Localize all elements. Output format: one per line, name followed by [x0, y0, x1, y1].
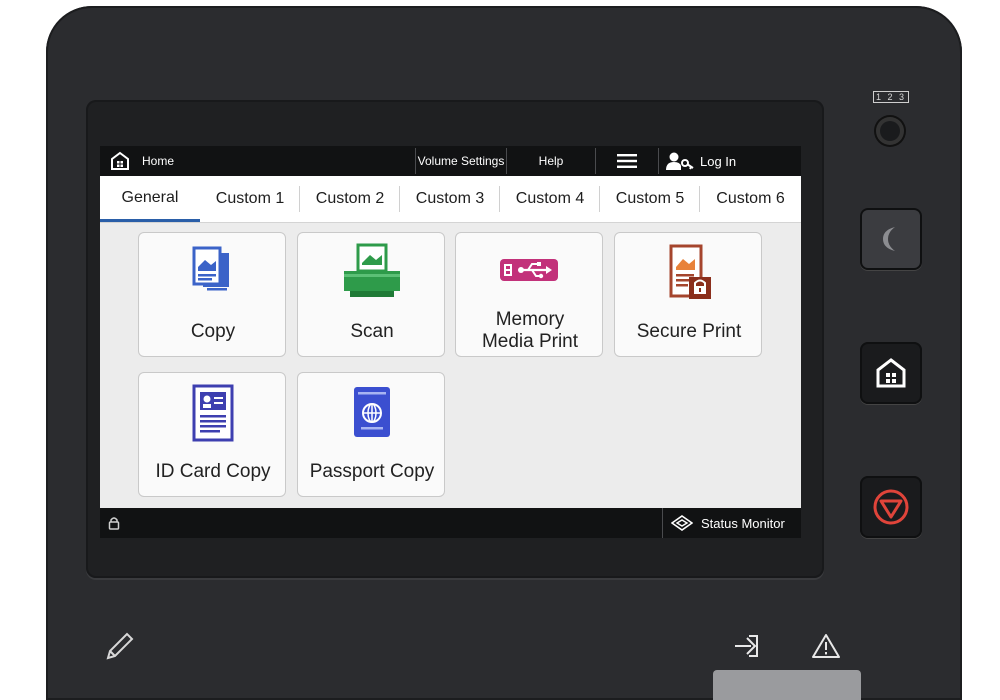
secure-print-tile[interactable]: Secure Print: [614, 232, 762, 357]
bottom-bar: Status Monitor: [100, 508, 801, 538]
lock-status-indicator: [108, 516, 120, 535]
secure-print-icon: [669, 244, 711, 299]
tab-label: Custom 3: [415, 190, 485, 207]
energy-saver-button[interactable]: [860, 208, 922, 270]
numeric-keypad-button[interactable]: [876, 117, 904, 145]
status-monitor-button[interactable]: Status Monitor: [662, 508, 801, 538]
tab-custom-3[interactable]: Custom 3: [400, 176, 500, 222]
home-icon: [876, 358, 906, 388]
top-bar: Home Volume Settings Help Log In: [100, 146, 801, 176]
panel-tilt-handle[interactable]: [713, 670, 861, 700]
data-arrow-icon: [735, 635, 758, 657]
tab-general[interactable]: General: [100, 176, 200, 222]
copy-tile[interactable]: Copy: [138, 232, 286, 357]
home-button[interactable]: Home: [110, 146, 174, 176]
tab-label: Custom 5: [615, 190, 685, 207]
tile-label: ID Card Copy: [155, 461, 271, 482]
volume-settings-button[interactable]: Volume Settings: [416, 146, 506, 176]
error-indicator: [811, 633, 841, 664]
divider: [658, 148, 659, 174]
tile-label: Copy: [190, 321, 236, 342]
passport-copy-tile[interactable]: Passport Copy: [297, 372, 445, 497]
memory-media-print-tile[interactable]: Memory Media Print: [455, 232, 603, 357]
tile-label-line1: Memory: [495, 309, 565, 330]
tile-label: Scan: [350, 321, 394, 342]
tab-custom-4[interactable]: Custom 4: [500, 176, 600, 222]
user-key-icon: [666, 152, 694, 170]
tile-label: Passport Copy: [309, 461, 435, 482]
stylus-holder: [102, 630, 136, 669]
stop-icon: [873, 489, 909, 525]
scan-tile[interactable]: Scan: [297, 232, 445, 357]
status-monitor-icon: [671, 515, 693, 531]
tile-label: Memory Media Print: [456, 309, 604, 353]
tab-label: Custom 6: [716, 190, 785, 207]
stop-button[interactable]: [860, 476, 922, 538]
touch-screen: Home Volume Settings Help Log In General…: [100, 146, 801, 538]
home-icon: [111, 151, 129, 170]
tab-custom-2[interactable]: Custom 2: [300, 176, 400, 222]
lock-icon: [108, 517, 120, 530]
hamburger-menu-icon: [617, 154, 637, 168]
tile-label-line2: Media Print: [481, 331, 579, 352]
tab-custom-1[interactable]: Custom 1: [200, 176, 300, 222]
scan-icon: [344, 243, 400, 297]
login-button[interactable]: Log In: [666, 146, 796, 176]
tile-label: Secure Print: [636, 321, 742, 342]
number-key-indicator: 1 2 3: [873, 91, 909, 103]
warning-icon: [812, 634, 840, 658]
status-monitor-label: Status Monitor: [701, 515, 785, 531]
tab-label: Custom 4: [515, 190, 585, 207]
volume-settings-label: Volume Settings: [417, 154, 505, 168]
tab-label: General: [121, 188, 179, 206]
home-label: Home: [142, 154, 175, 168]
tab-bar: General Custom 1 Custom 2 Custom 3 Custo…: [100, 176, 801, 223]
passport-icon: [354, 387, 390, 437]
id-card-icon: [192, 384, 234, 442]
menu-button[interactable]: [596, 146, 658, 176]
copy-icon: [192, 246, 229, 291]
moon-icon: [883, 227, 895, 251]
login-label: Log In: [700, 153, 737, 169]
tab-custom-5[interactable]: Custom 5: [600, 176, 700, 222]
help-button[interactable]: Help: [507, 146, 595, 176]
tab-label: Custom 1: [215, 190, 285, 207]
id-card-copy-tile[interactable]: ID Card Copy: [138, 372, 286, 497]
tab-label: Custom 2: [315, 190, 385, 207]
home-hardware-button[interactable]: [860, 342, 922, 404]
data-in-indicator: [733, 632, 763, 665]
help-label: Help: [538, 154, 564, 168]
usb-memory-icon: [500, 259, 558, 281]
pen-icon: [106, 632, 134, 660]
tab-custom-6[interactable]: Custom 6: [700, 176, 801, 222]
